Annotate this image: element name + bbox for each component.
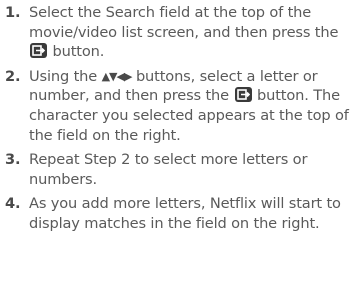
step-number: 1. — [5, 4, 21, 21]
step-text: button. — [52, 43, 105, 61]
step-text: Using the — [29, 67, 98, 85]
step-number: 4. — [5, 195, 21, 213]
step-text: Repeat Step 2 to select more letters or … — [29, 151, 308, 188]
step-3: 3. Repeat Step 2 to select more letters … — [0, 150, 358, 189]
step-number: 3. — [5, 151, 21, 169]
step-2: 2. Using the ▲▼◀▶ buttons, select a lett… — [0, 67, 358, 145]
step-4: 4. As you add more letters, Netflix will… — [0, 194, 358, 233]
arrow-buttons-icon: ▲▼◀▶ — [101, 69, 133, 83]
enter-button-icon — [30, 43, 47, 59]
step-1: 1. Select the Search field at the top of… — [0, 3, 358, 62]
step-number: 2. — [5, 67, 21, 85]
step-text: Select the Search field at the top of th… — [29, 4, 339, 41]
instruction-steps: 1. Select the Search field at the top of… — [0, 0, 358, 234]
step-text: As you add more letters, Netflix will st… — [29, 195, 341, 232]
enter-button-icon — [234, 87, 252, 103]
